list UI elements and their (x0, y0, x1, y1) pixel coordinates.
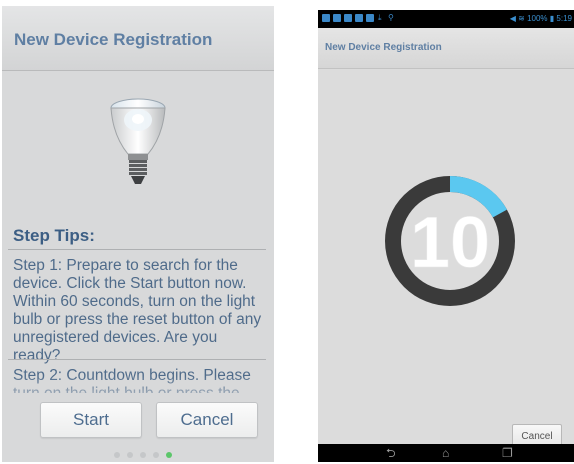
left-registration-screen: New Device Registration Step Tips: Step … (2, 6, 274, 462)
countdown-number: 10 (410, 203, 490, 283)
download-icon: ⤓ (378, 13, 382, 22)
left-page-title: New Device Registration (14, 30, 213, 49)
navigation-bar: ⮌ ⌂ ❐ (318, 444, 574, 462)
back-icon[interactable]: ⮌ (386, 446, 396, 460)
status-right: ◀ ≋ 100% ▮ 5:19 (510, 14, 572, 23)
notification-icon (344, 14, 352, 22)
home-icon[interactable]: ⌂ (442, 446, 449, 460)
battery-percent: 100% (527, 14, 548, 23)
light-bulb-icon (106, 96, 170, 206)
usb-icon: ⚲ (388, 13, 394, 22)
step-tips-heading: Step Tips: (13, 226, 95, 245)
mute-icon: ◀ (509, 14, 516, 23)
page-dot (140, 452, 146, 458)
right-app-header: New Device Registration (318, 28, 574, 69)
status-bar: ⤓ ⚲ ◀ ≋ 100% ▮ 5:19 (318, 10, 574, 28)
countdown-timer: 10 (385, 176, 515, 306)
battery-icon: ▮ (549, 14, 555, 23)
left-app-header: New Device Registration (2, 6, 274, 71)
page-dot (153, 452, 159, 458)
divider (8, 249, 266, 250)
page-dot-active (166, 452, 172, 458)
wifi-icon: ≋ (518, 14, 525, 23)
notification-icon (355, 14, 363, 22)
recent-apps-icon[interactable]: ❐ (502, 446, 513, 460)
notification-icon (366, 14, 374, 22)
cancel-button[interactable]: Cancel (156, 402, 258, 438)
right-phone-frame: ⤓ ⚲ ◀ ≋ 100% ▮ 5:19 New Device Registrat… (318, 10, 574, 462)
page-dot (127, 452, 133, 458)
page-indicator (114, 452, 172, 458)
clock: 5:19 (556, 14, 572, 23)
divider (8, 359, 266, 360)
notification-icon (333, 14, 341, 22)
notification-icon (322, 14, 330, 22)
page-dot (114, 452, 120, 458)
start-button[interactable]: Start (40, 402, 142, 438)
step-1-text: Step 1: Prepare to search for the device… (13, 257, 262, 364)
right-page-title: New Device Registration (325, 42, 442, 53)
right-countdown-screen: New Device Registration 10 Cancel (318, 28, 574, 448)
